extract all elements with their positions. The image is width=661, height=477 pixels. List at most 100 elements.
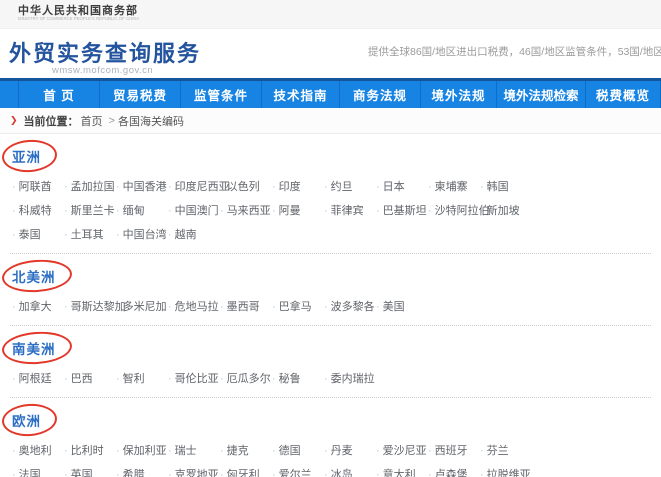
country-link[interactable]: ·拉脱维亚 (480, 463, 532, 477)
nav-tab-3[interactable]: 监管条件 (180, 81, 261, 108)
country-grid: ·加拿大·哥斯达黎加·多米尼加·危地马拉·墨西哥·巴拿马·波多黎各·美国 (12, 295, 651, 319)
nav-tab-5[interactable]: 商务法规 (339, 81, 420, 108)
country-link[interactable]: ·委内瑞拉 (324, 367, 376, 391)
country-link[interactable]: ·土耳其 (64, 223, 116, 247)
country-name: 柬埔寨 (435, 181, 468, 193)
country-name: 拉脱维亚 (487, 469, 531, 477)
country-link[interactable]: ·危地马拉 (168, 295, 220, 319)
country-name: 波多黎各 (331, 301, 375, 313)
country-link[interactable]: ·瑞士 (168, 439, 220, 463)
country-link[interactable]: ·厄瓜多尔 (220, 367, 272, 391)
country-link[interactable]: ·智利 (116, 367, 168, 391)
nav-tab-7[interactable]: 境外法规检索 (496, 81, 585, 108)
bullet-dot: · (376, 205, 380, 217)
country-link[interactable]: ·比利时 (64, 439, 116, 463)
region-heading: 亚洲 (12, 146, 41, 167)
bullet-dot: · (64, 181, 68, 193)
country-link[interactable]: ·新加坡 (480, 199, 532, 223)
country-link[interactable]: ·西班牙 (428, 439, 480, 463)
country-name: 瑞士 (175, 445, 197, 457)
country-link[interactable]: ·沙特阿拉伯 (428, 199, 480, 223)
country-link[interactable]: ·哥伦比亚 (168, 367, 220, 391)
country-link[interactable]: ·约旦 (324, 175, 376, 199)
country-link[interactable]: ·巴西 (64, 367, 116, 391)
bullet-dot: · (480, 181, 484, 193)
region-section: 南美洲 ·阿根廷·巴西·智利·哥伦比亚·厄瓜多尔·秘鲁·委内瑞拉 (10, 326, 651, 398)
country-link[interactable]: ·孟加拉国 (64, 175, 116, 199)
country-link[interactable]: ·芬兰 (480, 439, 532, 463)
country-link[interactable]: ·波多黎各 (324, 295, 376, 319)
country-link[interactable]: ·冰岛 (324, 463, 376, 477)
country-name: 科威特 (19, 205, 52, 217)
region-title-link[interactable]: 欧洲 (12, 414, 41, 429)
country-link[interactable]: ·捷克 (220, 439, 272, 463)
country-link[interactable]: ·匈牙利 (220, 463, 272, 477)
country-link[interactable]: ·爱尔兰 (272, 463, 324, 477)
country-link[interactable]: ·英国 (64, 463, 116, 477)
country-link[interactable]: ·泰国 (12, 223, 64, 247)
country-link[interactable]: ·卢森堡 (428, 463, 480, 477)
country-grid: ·阿联酋·孟加拉国·中国香港·印度尼西亚·以色列·印度·约旦·日本·柬埔寨·韩国… (12, 175, 651, 247)
country-link[interactable]: ·秘鲁 (272, 367, 324, 391)
country-link[interactable]: ·克罗地亚 (168, 463, 220, 477)
country-link[interactable]: ·中国台湾 (116, 223, 168, 247)
country-link[interactable]: ·阿曼 (272, 199, 324, 223)
country-link[interactable]: ·缅甸 (116, 199, 168, 223)
country-link[interactable]: ·希腊 (116, 463, 168, 477)
country-link[interactable]: ·爱沙尼亚 (376, 439, 428, 463)
nav-tab-2[interactable]: 贸易税费 (99, 81, 180, 108)
country-name: 法国 (19, 469, 41, 477)
country-link[interactable]: ·加拿大 (12, 295, 64, 319)
region-title-link[interactable]: 亚洲 (12, 150, 41, 165)
country-link[interactable]: ·马来西亚 (220, 199, 272, 223)
country-link[interactable]: ·阿根廷 (12, 367, 64, 391)
country-name: 捷克 (227, 445, 249, 457)
bullet-dot: · (376, 445, 380, 457)
nav-tab-4[interactable]: 技术指南 (261, 81, 339, 108)
bullet-dot: · (272, 445, 276, 457)
region-title-link[interactable]: 南美洲 (12, 342, 56, 357)
bullet-dot: · (168, 229, 172, 241)
country-link[interactable]: ·韩国 (480, 175, 532, 199)
country-link[interactable]: ·哥斯达黎加 (64, 295, 116, 319)
breadcrumb-home-link[interactable]: 首页 (81, 113, 103, 129)
bullet-dot: · (116, 445, 120, 457)
country-link[interactable]: ·中国香港 (116, 175, 168, 199)
country-name: 爱尔兰 (279, 469, 312, 477)
nav-tab-1[interactable]: 首 页 (18, 81, 99, 108)
bullet-dot: · (324, 205, 328, 217)
country-link[interactable]: ·越南 (168, 223, 220, 247)
country-link[interactable]: ·美国 (376, 295, 428, 319)
country-name: 以色列 (227, 181, 260, 193)
country-link[interactable]: ·保加利亚 (116, 439, 168, 463)
country-link[interactable]: ·阿联酋 (12, 175, 64, 199)
country-link[interactable]: ·丹麦 (324, 439, 376, 463)
country-name: 意大利 (383, 469, 416, 477)
country-link[interactable]: ·巴基斯坦 (376, 199, 428, 223)
country-link[interactable]: ·法国 (12, 463, 64, 477)
country-link[interactable]: ·巴拿马 (272, 295, 324, 319)
country-link[interactable]: ·日本 (376, 175, 428, 199)
country-link[interactable]: ·斯里兰卡 (64, 199, 116, 223)
country-link[interactable]: ·中国澳门 (168, 199, 220, 223)
country-link[interactable]: ·印度 (272, 175, 324, 199)
country-link[interactable]: ·多米尼加 (116, 295, 168, 319)
country-link[interactable]: ·奥地利 (12, 439, 64, 463)
country-link[interactable]: ·墨西哥 (220, 295, 272, 319)
country-link[interactable]: ·科威特 (12, 199, 64, 223)
nav-tab-8[interactable]: 税费概览 (585, 81, 661, 108)
nav-tab-6[interactable]: 境外法规 (420, 81, 496, 108)
bullet-dot: · (116, 301, 120, 313)
country-link[interactable]: ·印度尼西亚 (168, 175, 220, 199)
country-link[interactable]: ·柬埔寨 (428, 175, 480, 199)
country-name: 保加利亚 (123, 445, 167, 457)
bullet-dot: · (220, 469, 224, 477)
ministry-name-english: MINISTRY OF COMMERCE PEOPLE'S REPUBLIC O… (18, 17, 481, 22)
country-link[interactable]: ·菲律宾 (324, 199, 376, 223)
country-name: 多米尼加 (123, 301, 167, 313)
country-link[interactable]: ·德国 (272, 439, 324, 463)
bullet-dot: · (220, 205, 224, 217)
country-link[interactable]: ·以色列 (220, 175, 272, 199)
country-link[interactable]: ·意大利 (376, 463, 428, 477)
region-title-link[interactable]: 北美洲 (12, 270, 56, 285)
